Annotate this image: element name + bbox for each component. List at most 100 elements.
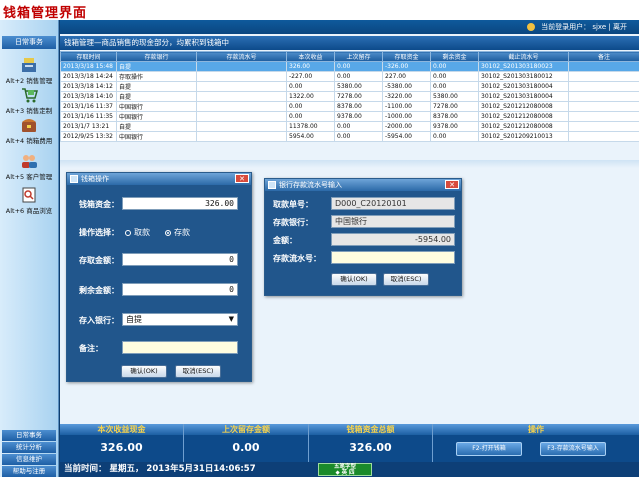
dialog-title: 银行存款流水号输入 [279,181,342,189]
table-cell: 5380.00 [430,91,479,102]
stats-bar: 本次收益现金 326.00 上次留存金额 0.00 钱箱资金总额 326.00 … [60,424,639,462]
main-panel: 钱箱管理—商品销售的现金部分，均累积到钱箱中 存取时间 存款银行 存款流水号 本次收益… [60,34,639,424]
column-header[interactable]: 存取时间 [60,51,117,62]
customers-icon [22,155,37,168]
table-row[interactable]: 2012/9/25 13:32 中国银行 5954.00 0.00 -5954.00 0.… [60,131,639,142]
sidebar: 日常事务 Alt+2 销售管理 Alt+3 销售定制 Alt+4 销箱费用 Al… [0,20,59,477]
column-header[interactable]: 上次留存 [334,51,383,62]
table-cell: 2013/3/18 15:48 [60,61,117,72]
sidebar-bottom-help[interactable]: 帮助与注册 [2,466,56,477]
table-cell: 30102_S201209210013 [478,131,569,142]
table-row[interactable]: 2013/3/18 14:24 存取操作 -227.00 0.00 227.00 0.00… [60,71,639,82]
bank-select[interactable]: 自提 ▼ [122,313,238,326]
note-field[interactable] [122,341,238,354]
table-row[interactable]: 2013/3/18 15:48 自提 326.00 0.00 -326.00 0.00 30… [60,61,639,72]
column-header[interactable]: 存取资金 [382,51,431,62]
table-header-row: 存取时间 存款银行 存款流水号 本次收益 上次留存 存取资金 剩余资金 截止流水号 备注 [60,51,639,62]
table-cell: 自提 [116,81,197,92]
sidebar-bottom-maintain[interactable]: 信息维护 [2,454,56,465]
sidebar-item-products[interactable]: Alt+6 商品浏览 [2,186,56,215]
open-cashbox-button[interactable]: F2-打开钱箱 [456,442,522,456]
serial-input-button[interactable]: F3-存款流水号输入 [540,442,606,456]
table-row[interactable]: 2013/1/16 11:37 中国银行 0.00 8378.00 -1100.00 72… [60,101,639,112]
sidebar-item-sales[interactable]: Alt+2 销售管理 [2,56,56,85]
table-cell: 0.00 [334,71,383,82]
bank-field[interactable]: 中国银行 [331,215,455,228]
table-cell [196,101,287,112]
table-cell: 2013/3/18 14:12 [60,81,117,92]
sidebar-item-custom-sales[interactable]: Alt+3 销售定制 [2,86,56,115]
sidebar-bottom-daily[interactable]: 日常事务 [2,430,56,441]
table-cell: 7278.00 [334,91,383,102]
withdraw-label: 取款 [134,228,150,237]
doc-label: 取款单号： [273,200,313,209]
remain-field[interactable]: 0 [122,283,238,296]
table-cell: -2000.00 [382,121,431,132]
table-cell: 1322.00 [286,91,335,102]
bank-serial-dialog: 银行存款流水号输入 ✕ 取款单号： D000_C20120101 存款银行： 中… [264,178,462,296]
amount-field[interactable]: 0 [122,253,238,266]
income-value: 326.00 [100,441,143,454]
sidebar-item-customers[interactable]: Alt+5 客户管理 [2,152,56,181]
shopping-cart-icon [22,88,38,103]
sidebar-item-label: Alt+5 客户管理 [5,173,53,181]
bank-ok-button[interactable]: 确认(OK) [331,273,377,286]
table-cell [568,111,639,122]
close-icon[interactable]: ✕ [445,180,459,189]
cash-cancel-button[interactable]: 取消(ESC) [175,365,221,378]
column-header[interactable]: 本次收益 [286,51,335,62]
sidebar-item-cashbox[interactable]: Alt+4 销箱费用 [2,116,56,145]
sidebar-header[interactable]: 日常事务 [2,36,56,49]
table-cell: 0.00 [286,101,335,112]
window-icon [268,181,276,189]
column-header[interactable]: 剩余资金 [430,51,479,62]
product-browse-icon [22,187,36,203]
table-cell: 0.00 [286,81,335,92]
table-cell: 8378.00 [334,101,383,112]
serial-field[interactable] [331,251,455,264]
column-header[interactable]: 存款流水号 [196,51,287,62]
table-row[interactable]: 2013/3/18 14:12 自提 0.00 5380.00 -5380.00 0.00… [60,81,639,92]
close-icon[interactable]: ✕ [235,174,249,183]
doc-field[interactable]: D000_C20120101 [331,197,455,210]
table-cell [196,71,287,82]
cash-ok-button[interactable]: 确认(OK) [121,365,167,378]
table-row[interactable]: 2013/3/18 14:10 自提 1322.00 7278.00 -3220.00 5… [60,91,639,102]
table-cell: 0.00 [430,81,479,92]
table-row[interactable]: 2013/1/7 13:21 自提 11378.00 0.00 -2000.00 9378… [60,121,639,132]
table-cell: -5380.00 [382,81,431,92]
column-header[interactable]: 截止流水号 [478,51,569,62]
table-cell: 30102_S201303180004 [478,81,569,92]
table-cell [568,71,639,82]
deposit-radio[interactable]: 存款 [165,227,190,238]
chevron-down-icon: ▼ [228,315,234,323]
table-cell: 5954.00 [286,131,335,142]
balance-field[interactable]: 326.00 [122,197,238,210]
withdraw-radio[interactable]: 取款 [125,227,150,238]
balance-label: 钱箱资金： [79,200,119,209]
table-cell [196,131,287,142]
bank-cancel-button[interactable]: 取消(ESC) [383,273,429,286]
table-cell: -5954.00 [382,131,431,142]
table-cell: 0.00 [334,121,383,132]
table-cell: 自提 [116,61,197,72]
table-cell: 326.00 [286,61,335,72]
table-cell: 存取操作 [116,71,197,82]
table-cell: 7278.00 [430,101,479,112]
table-row[interactable]: 2013/1/16 11:35 中国银行 0.00 9378.00 -1000.00 83… [60,111,639,122]
ime-indicator[interactable]: 五笔字型 ◆ 英 四 [318,463,372,476]
table-cell: 5380.00 [334,81,383,92]
table-cell: 2013/1/16 11:37 [60,101,117,112]
amount-field[interactable]: -5954.00 [331,233,455,246]
main-header: 钱箱管理—商品销售的现金部分，均累积到钱箱中 [60,36,639,50]
app-window: 日常事务 Alt+2 销售管理 Alt+3 销售定制 Alt+4 销箱费用 Al… [0,20,639,477]
table-cell [196,61,287,72]
table-cell: -227.00 [286,71,335,82]
column-header[interactable]: 备注 [568,51,639,62]
table-cell: 30102_S201212080008 [478,111,569,122]
column-header[interactable]: 存款银行 [116,51,197,62]
table-cell [568,131,639,142]
sidebar-bottom-stats[interactable]: 统计分析 [2,442,56,453]
logout-link[interactable]: 离开 [613,23,627,31]
deposit-label: 存款 [174,228,190,237]
